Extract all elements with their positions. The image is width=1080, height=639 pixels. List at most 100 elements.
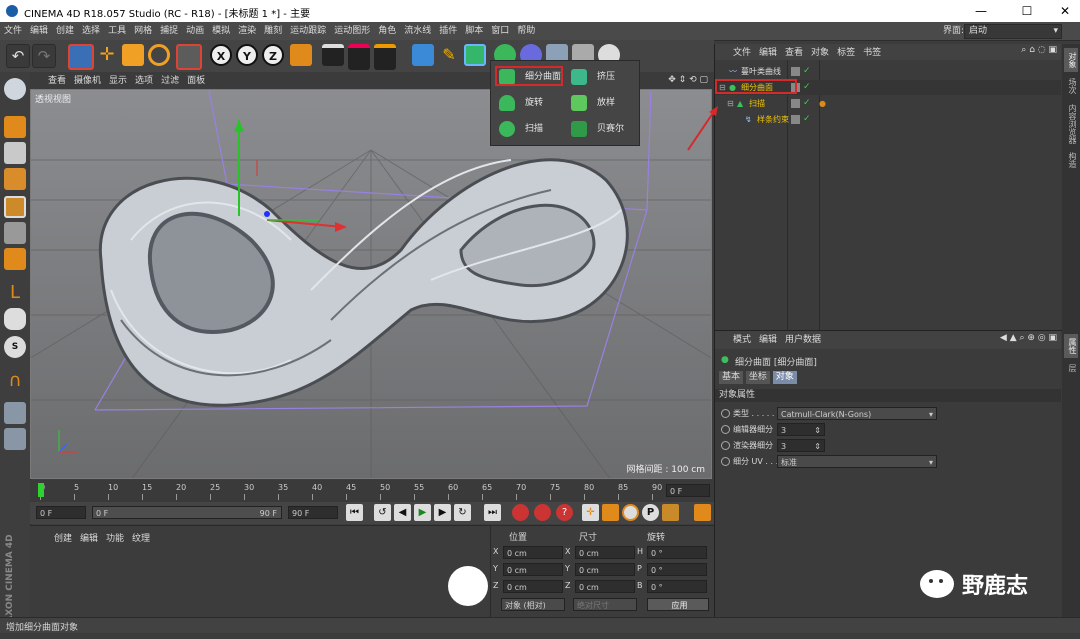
polygons-mode-icon[interactable] xyxy=(4,248,26,270)
property-select[interactable]: Catmull-Clark(N-Gons) ▾ xyxy=(777,407,937,420)
make-editable-icon[interactable] xyxy=(4,78,26,100)
undo-icon[interactable]: ↶ xyxy=(6,44,30,68)
rotation-h-field[interactable]: 0 ° xyxy=(647,546,707,559)
animate-radio-icon[interactable] xyxy=(721,441,730,450)
layer-icon[interactable] xyxy=(791,67,800,76)
enabled-check-icon[interactable]: ✓ xyxy=(803,64,811,79)
popup-item-extrude[interactable]: 挤压 xyxy=(567,66,635,88)
layout-select[interactable]: 启动 ▾ xyxy=(964,24,1062,39)
popup-item-bezier[interactable]: 贝赛尔 xyxy=(567,118,635,140)
close-button[interactable]: ✕ xyxy=(1050,2,1080,20)
menu-help[interactable]: 帮助 xyxy=(513,22,539,40)
menu-character[interactable]: 角色 xyxy=(374,22,400,40)
current-frame-field[interactable]: 0 F xyxy=(666,484,710,497)
vp-menu-display[interactable]: 显示 xyxy=(105,72,131,90)
popup-item-subdivision-surface[interactable]: 细分曲面 xyxy=(495,66,563,88)
obj-menu-objects[interactable]: 对象 xyxy=(807,44,833,62)
attr-tab-basic[interactable]: 基本 xyxy=(719,371,744,384)
viewport-nav-icons[interactable]: ✥ ⇕ ⟲ ▢ xyxy=(668,72,708,89)
animate-radio-icon[interactable] xyxy=(721,409,730,418)
tab-content-browser[interactable]: 内容浏览器 xyxy=(1064,100,1078,148)
mat-menu-function[interactable]: 功能 xyxy=(102,530,128,548)
attr-tab-object[interactable]: 对象 xyxy=(772,371,797,384)
axis-mode-icon[interactable]: L xyxy=(4,282,26,304)
key-scale-icon[interactable] xyxy=(602,504,619,521)
z-axis-lock-button[interactable]: Z xyxy=(262,44,284,66)
size-y-field[interactable]: 0 cm xyxy=(575,563,635,576)
enabled-check-icon[interactable]: ✓ xyxy=(803,96,811,111)
minimize-button[interactable]: — xyxy=(966,2,996,20)
layer-icon[interactable] xyxy=(791,115,800,124)
previous-key-icon[interactable]: ↺ xyxy=(374,504,391,521)
tab-takes[interactable]: 场次 xyxy=(1064,74,1078,98)
obj-menu-file[interactable]: 文件 xyxy=(729,44,755,62)
property-number-field[interactable]: 3 ⇕ xyxy=(777,439,825,452)
vp-menu-panel[interactable]: 面板 xyxy=(183,72,209,90)
obj-menu-edit[interactable]: 编辑 xyxy=(755,44,781,62)
generator-icon[interactable] xyxy=(464,44,486,66)
model-mode-icon[interactable] xyxy=(4,116,26,138)
menu-mesh[interactable]: 网格 xyxy=(130,22,156,40)
menu-edit[interactable]: 编辑 xyxy=(26,22,52,40)
attr-menu-mode[interactable]: 模式 xyxy=(729,331,755,349)
obj-search-home-icons[interactable]: ⌕ ⌂ ◌ ▣ xyxy=(1021,45,1057,55)
popup-item-sweep[interactable]: 扫描 xyxy=(495,118,563,140)
previous-frame-icon[interactable]: ◀ xyxy=(394,504,411,521)
timeline-settings-icon[interactable] xyxy=(694,504,711,521)
attr-tab-coord[interactable]: 坐标 xyxy=(745,371,770,384)
vp-menu-filter[interactable]: 过滤 xyxy=(157,72,183,90)
mat-menu-create[interactable]: 创建 xyxy=(50,530,76,548)
render-view-icon[interactable] xyxy=(322,44,344,66)
animate-radio-icon[interactable] xyxy=(721,425,730,434)
size-mode-select[interactable]: 绝对尺寸 xyxy=(573,598,637,611)
animate-radio-icon[interactable] xyxy=(721,457,730,466)
menu-motion-tracking[interactable]: 运动跟踪 xyxy=(286,22,330,40)
object-row-sweep[interactable]: ⊟ ▲ 扫描 ✓ ● xyxy=(715,96,1061,111)
menu-script[interactable]: 脚本 xyxy=(461,22,487,40)
attr-nav-icons[interactable]: ◀ ▲ ⌕ ⊕ ◎ ▣ xyxy=(1000,333,1057,343)
planar-workplane-icon[interactable] xyxy=(4,428,26,450)
mat-menu-edit[interactable]: 编辑 xyxy=(76,530,102,548)
menu-animate[interactable]: 动画 xyxy=(182,22,208,40)
mat-menu-texture[interactable]: 纹理 xyxy=(128,530,154,548)
render-picture-viewer-icon[interactable] xyxy=(348,44,370,70)
menu-sculpt[interactable]: 雕刻 xyxy=(260,22,286,40)
vp-menu-view[interactable]: 查看 xyxy=(44,72,70,90)
menu-tools[interactable]: 工具 xyxy=(104,22,130,40)
timeline-ruler[interactable]: 051015202530354045505560657075808590 0 F xyxy=(30,480,714,502)
menu-window[interactable]: 窗口 xyxy=(487,22,513,40)
object-row-spline-constraint[interactable]: ↯ 样条约束 ✓ xyxy=(715,112,1061,127)
obj-menu-view[interactable]: 查看 xyxy=(781,44,807,62)
object-row-cissoid[interactable]: 〰 蔓叶类曲线 ✓ xyxy=(715,64,1061,79)
attr-menu-edit[interactable]: 编辑 xyxy=(755,331,781,349)
magnet-icon[interactable]: ∩ xyxy=(4,370,26,392)
property-select[interactable]: 标准 ▾ xyxy=(777,455,937,468)
object-row-subdivision[interactable]: ⊟ ● 细分曲面 ✓ xyxy=(715,79,1061,95)
pen-icon[interactable]: ✎ xyxy=(438,44,460,66)
menu-simulate[interactable]: 模拟 xyxy=(208,22,234,40)
menu-create[interactable]: 创建 xyxy=(52,22,78,40)
vp-menu-options[interactable]: 选项 xyxy=(131,72,157,90)
rotation-p-field[interactable]: 0 ° xyxy=(647,563,707,576)
coordinate-system-icon[interactable] xyxy=(290,44,312,66)
tab-objects[interactable]: 对象 xyxy=(1064,48,1078,72)
position-x-field[interactable]: 0 cm xyxy=(503,546,563,559)
edges-mode-icon[interactable] xyxy=(4,222,26,244)
next-key-icon[interactable]: ↻ xyxy=(454,504,471,521)
menu-plugins[interactable]: 插件 xyxy=(435,22,461,40)
tweak-mode-icon[interactable] xyxy=(4,308,26,330)
play-icon[interactable]: ▶ xyxy=(414,504,431,521)
playhead[interactable] xyxy=(38,483,44,497)
key-position-icon[interactable]: ✛ xyxy=(582,504,599,521)
tab-attributes[interactable]: 属性 xyxy=(1064,334,1078,358)
collapse-icon[interactable]: ⊟ xyxy=(727,96,734,111)
key-rotation-icon[interactable] xyxy=(622,504,639,521)
cube-icon[interactable] xyxy=(412,44,434,66)
start-frame-field[interactable]: 0 F xyxy=(36,506,86,519)
vp-menu-camera[interactable]: 摄像机 xyxy=(70,72,105,90)
perspective-viewport[interactable]: 透视视图 网格间距 : 100 cm xyxy=(30,89,712,479)
key-parameter-icon[interactable]: P xyxy=(642,504,659,521)
size-x-field[interactable]: 0 cm xyxy=(575,546,635,559)
move-icon[interactable]: ✛ xyxy=(96,44,118,66)
coord-mode-select[interactable]: 对象 (相对) xyxy=(501,598,565,611)
